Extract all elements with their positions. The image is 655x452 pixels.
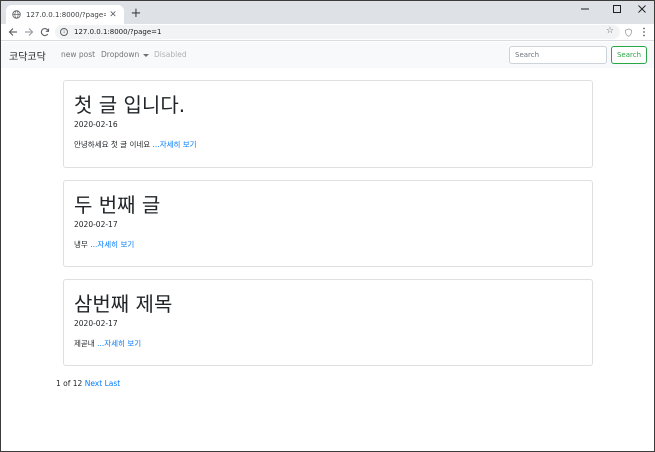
url-text: 127.0.0.1:8000/?page=1 xyxy=(74,28,162,36)
back-arrow-icon[interactable] xyxy=(6,25,20,39)
forward-arrow-icon[interactable] xyxy=(22,25,36,39)
next-page-link[interactable]: Next xyxy=(85,379,102,388)
pagination: 1 of 12 Next Last xyxy=(56,379,120,388)
brand-link[interactable]: 코닥코닥 xyxy=(9,48,46,63)
plus-icon[interactable]: + xyxy=(129,6,143,21)
post-card: 삼번째 제목 2020-02-17 제곧내 ...자세히 보기 xyxy=(63,279,593,366)
post-date: 2020-02-17 xyxy=(74,319,118,328)
window-close-icon[interactable] xyxy=(628,1,654,17)
read-more-link[interactable]: ...자세히 보기 xyxy=(90,240,134,249)
search-input[interactable] xyxy=(509,46,607,64)
post-excerpt-text: 안녕하세요 첫 글 이네요 xyxy=(74,140,151,149)
shield-icon[interactable] xyxy=(622,26,634,38)
tab-title: 127.0.0.1:8000/?page=1 xyxy=(26,10,106,19)
read-more-link[interactable]: ...자세히 보기 xyxy=(153,140,197,149)
nav-link-disabled: Disabled xyxy=(154,50,187,59)
browser-window: 127.0.0.1:8000/?page=1 ✕ + i 127.0.0.1:8… xyxy=(0,0,655,452)
post-card: 두 번째 글 2020-02-17 냉무 ...자세히 보기 xyxy=(63,180,593,267)
maximize-icon[interactable] xyxy=(603,1,631,17)
browser-tab[interactable]: 127.0.0.1:8000/?page=1 ✕ xyxy=(6,5,124,24)
search-button[interactable]: Search xyxy=(611,46,647,64)
read-more-link[interactable]: ...자세히 보기 xyxy=(97,339,141,348)
post-excerpt: 안녕하세요 첫 글 이네요 ...자세히 보기 xyxy=(74,139,197,150)
nav-link-new-post[interactable]: new post xyxy=(61,50,95,59)
post-title: 첫 글 입니다. xyxy=(74,93,186,117)
last-page-link[interactable]: Last xyxy=(105,379,121,388)
post-title: 두 번째 글 xyxy=(74,193,161,217)
nav-dropdown-label: Dropdown xyxy=(101,50,140,59)
minimize-icon[interactable] xyxy=(571,1,599,17)
page-status: 1 of 12 xyxy=(56,379,83,388)
browser-toolbar: i 127.0.0.1:8000/?page=1 ☆ xyxy=(1,24,654,41)
post-date: 2020-02-16 xyxy=(74,120,118,129)
post-title: 삼번째 제목 xyxy=(74,292,173,316)
address-bar[interactable]: i 127.0.0.1:8000/?page=1 ☆ xyxy=(55,25,620,39)
post-date: 2020-02-17 xyxy=(74,220,118,229)
close-icon[interactable]: ✕ xyxy=(106,8,120,22)
globe-icon xyxy=(12,10,21,19)
site-navbar: 코닥코닥 new post Dropdown Disabled Search xyxy=(1,42,654,68)
post-excerpt-text: 냉무 xyxy=(74,240,88,249)
caret-down-icon xyxy=(143,53,150,57)
post-excerpt: 제곧내 ...자세히 보기 xyxy=(74,338,141,349)
info-icon[interactable]: i xyxy=(60,28,68,36)
reload-icon[interactable] xyxy=(38,25,52,39)
post-excerpt: 냉무 ...자세히 보기 xyxy=(74,239,134,250)
post-excerpt-text: 제곧내 xyxy=(74,339,95,348)
nav-dropdown[interactable]: Dropdown xyxy=(101,50,150,59)
post-card: 첫 글 입니다. 2020-02-16 안녕하세요 첫 글 이네요 ...자세히… xyxy=(63,80,593,168)
star-icon[interactable]: ☆ xyxy=(606,26,614,36)
tab-strip: 127.0.0.1:8000/?page=1 ✕ + xyxy=(1,1,654,24)
kebab-menu-icon[interactable] xyxy=(638,26,650,38)
